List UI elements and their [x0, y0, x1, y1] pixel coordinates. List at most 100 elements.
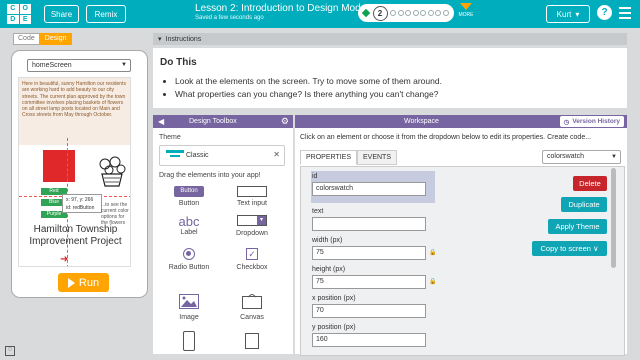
- design-toolbox-title: Design Toolbox: [189, 118, 237, 125]
- instructions-tab[interactable]: ▾ Instructions: [153, 33, 206, 45]
- share-button[interactable]: Share: [44, 5, 79, 23]
- level-dot[interactable]: [412, 10, 419, 16]
- checkbox-icon: ✓: [246, 248, 258, 260]
- tab-events[interactable]: EVENTS: [357, 150, 398, 165]
- current-level-bubble[interactable]: 2: [372, 5, 388, 21]
- hamburger-menu-icon[interactable]: [619, 7, 631, 22]
- level-dot[interactable]: [420, 10, 426, 16]
- x-position-input[interactable]: 70: [312, 304, 426, 318]
- tool-checkbox[interactable]: ✓ Checkbox: [228, 248, 276, 271]
- instructions-heading: Do This: [160, 57, 197, 68]
- lock-icon[interactable]: 🔒: [429, 249, 436, 256]
- lesson-diamond-icon[interactable]: [361, 8, 371, 18]
- arrow-right-icon[interactable]: ➜: [60, 254, 68, 265]
- help-icon[interactable]: ?: [597, 5, 612, 20]
- colorswatch-box[interactable]: [43, 150, 75, 182]
- chevron-down-icon: ▼: [121, 62, 127, 68]
- run-button[interactable]: Run: [58, 273, 109, 292]
- hamilton-title[interactable]: Hamilton Township Improvement Project: [19, 224, 130, 247]
- app-preview-screen[interactable]: Here in beautiful, sunny Hamilton our re…: [18, 77, 131, 267]
- collapse-left-icon[interactable]: ◀: [158, 117, 164, 126]
- run-label: Run: [78, 276, 100, 289]
- tool-chart-icon[interactable]: [245, 333, 259, 349]
- close-icon[interactable]: ✕: [273, 150, 280, 159]
- theme-swatch-icon: [166, 150, 184, 157]
- logo-letter-d: D: [7, 14, 19, 24]
- tool-canvas[interactable]: Canvas: [228, 294, 276, 321]
- element-dropdown[interactable]: colorswatch ▼: [542, 150, 621, 164]
- tab-properties[interactable]: PROPERTIES: [300, 150, 357, 165]
- tool-screen-icon[interactable]: [183, 331, 195, 351]
- y-position-label: y position (px): [312, 324, 356, 331]
- level-dot[interactable]: [397, 10, 404, 16]
- level-dot[interactable]: [390, 10, 396, 16]
- design-mode-tab[interactable]: Design: [39, 33, 72, 45]
- tool-image[interactable]: Image: [165, 294, 213, 321]
- clock-icon: ◷: [563, 118, 570, 126]
- workspace-title: Workspace: [404, 118, 439, 125]
- tool-label: Checkbox: [236, 264, 268, 271]
- theme-selector[interactable]: Classic ✕: [159, 145, 285, 166]
- height-input[interactable]: 75: [312, 275, 426, 289]
- text-input[interactable]: [312, 217, 426, 231]
- flower-basket-image[interactable]: [97, 156, 127, 188]
- delete-button[interactable]: Delete: [573, 176, 607, 191]
- tool-button[interactable]: Button Button: [165, 186, 213, 207]
- tool-label: Radio Button: [168, 264, 210, 271]
- text-input-icon: [237, 186, 267, 197]
- workspace-hint: Click on an element or choose it from th…: [300, 134, 592, 141]
- drag-hint: Drag the elements into your app!: [159, 172, 261, 179]
- tool-radio-button[interactable]: Radio Button: [160, 248, 218, 271]
- code-mode-tab[interactable]: Code: [13, 33, 40, 45]
- properties-scrollbar[interactable]: [611, 168, 616, 268]
- level-dot[interactable]: [442, 10, 449, 16]
- level-dot[interactable]: [427, 10, 434, 16]
- copy-to-screen-button[interactable]: Copy to screen ∨: [532, 241, 607, 256]
- workspace-header: Workspace ◷ Version History: [295, 115, 627, 128]
- code-logo[interactable]: C O D E: [7, 4, 31, 24]
- chevron-down-icon: ▼: [611, 154, 617, 160]
- intro-text[interactable]: Here in beautiful, sunny Hamilton our re…: [19, 78, 130, 145]
- screen-dropdown[interactable]: homeScreen ▼: [27, 59, 131, 72]
- button-sample: Button: [174, 186, 204, 197]
- gear-icon[interactable]: ⚙: [281, 116, 289, 127]
- more-levels-button[interactable]: MORE: [457, 3, 475, 18]
- id-label: id: [312, 173, 318, 180]
- tool-label: Dropdown: [236, 230, 268, 237]
- code-org-small-logo[interactable]: ◻: [5, 346, 15, 356]
- theme-label: Theme: [159, 134, 181, 141]
- code-design-toggle: Code Design: [13, 33, 72, 45]
- tool-text-input[interactable]: Text input: [228, 186, 276, 207]
- top-header: C O D E Share Remix Lesson 2: Introducti…: [0, 0, 640, 28]
- height-label: height (px): [312, 266, 346, 273]
- instruction-bullet: Look at the elements on the screen. Try …: [175, 75, 620, 88]
- radio-icon: [183, 248, 195, 260]
- apply-theme-button[interactable]: Apply Theme: [548, 219, 607, 234]
- y-position-input[interactable]: 160: [312, 333, 426, 347]
- tool-label[interactable]: abc Label: [165, 215, 213, 237]
- dropdown-icon: ▾: [237, 215, 267, 226]
- id-input[interactable]: colorswatch: [312, 182, 426, 196]
- caret-down-icon[interactable]: ▾: [158, 35, 162, 43]
- tool-dropdown[interactable]: ▾ Dropdown: [228, 215, 276, 237]
- logo-letter-c: C: [7, 4, 19, 14]
- level-dot[interactable]: [435, 10, 441, 16]
- duplicate-button[interactable]: Duplicate: [561, 197, 607, 212]
- level-dot[interactable]: [405, 10, 411, 16]
- chevron-down-icon: ▾: [575, 9, 580, 19]
- tooltip-id: id: redButton: [66, 205, 95, 211]
- instruction-label[interactable]: ...to see the current color options for …: [101, 202, 130, 226]
- canvas-icon: [242, 294, 262, 309]
- level-progress: 2: [358, 4, 454, 22]
- width-input[interactable]: 75: [312, 246, 426, 260]
- version-history-button[interactable]: ◷ Version History: [559, 116, 624, 127]
- user-menu-button[interactable]: Kurt ▾: [546, 5, 590, 23]
- element-dropdown-value: colorswatch: [547, 153, 584, 160]
- design-toolbox-header: ◀ Design Toolbox ⚙: [153, 115, 293, 128]
- remix-button[interactable]: Remix: [86, 5, 126, 23]
- tool-label: Image: [179, 314, 199, 321]
- text-label: text: [312, 208, 324, 215]
- lock-icon[interactable]: 🔒: [429, 278, 436, 285]
- tool-label: Canvas: [240, 314, 264, 321]
- position-tooltip: x: 97, y: 266 id: redButton: [62, 194, 102, 213]
